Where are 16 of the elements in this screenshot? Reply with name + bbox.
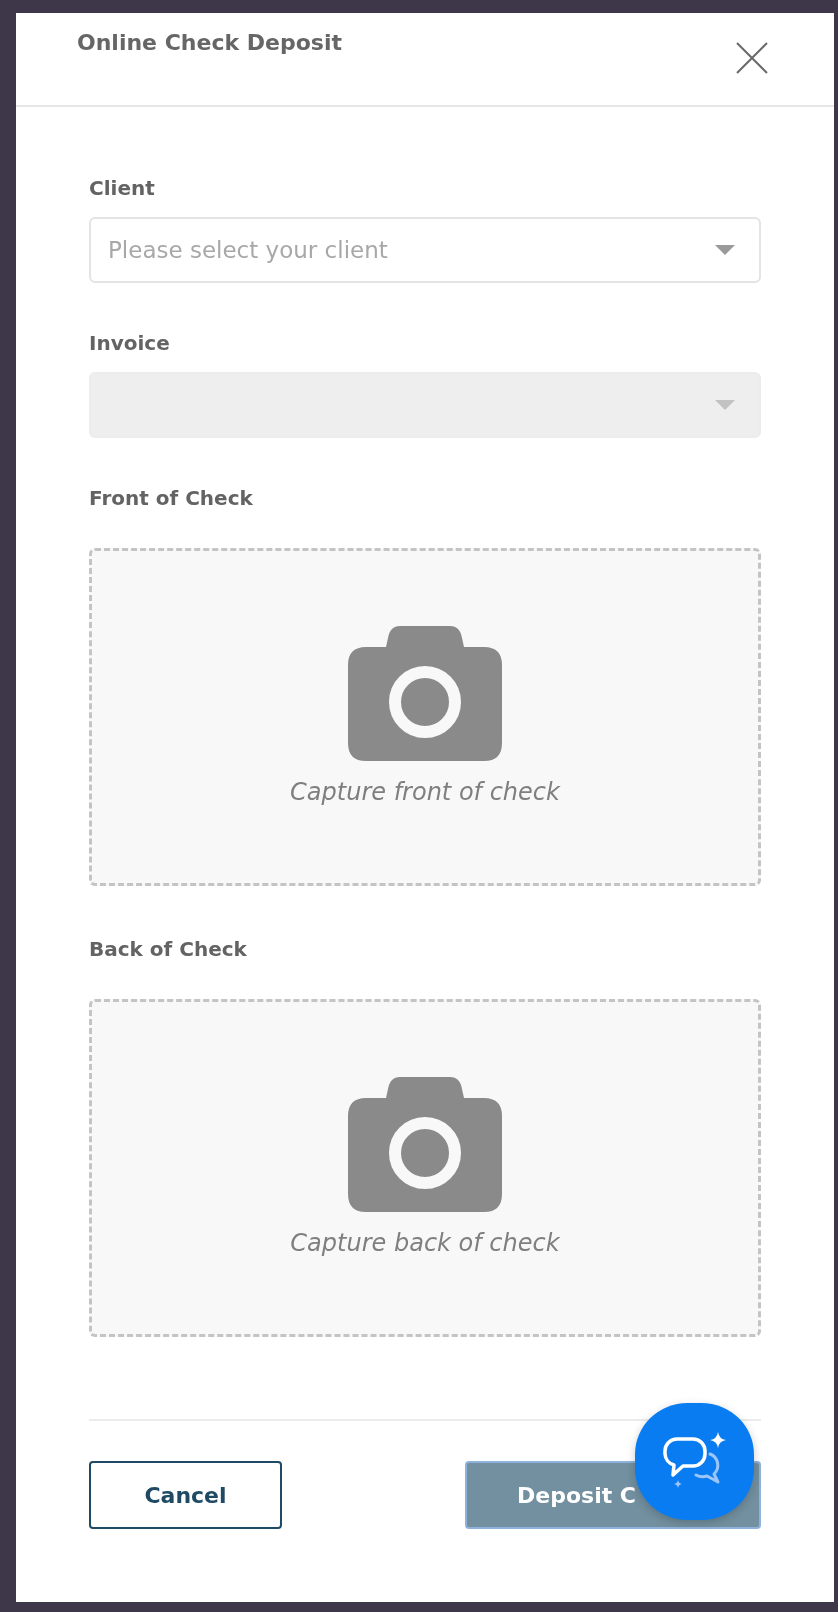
caret-icon bbox=[715, 400, 735, 410]
field-label: Front of Check bbox=[89, 485, 254, 512]
field-label: Back of Check bbox=[89, 936, 248, 963]
cancel-button[interactable]: Cancel bbox=[89, 1461, 282, 1529]
chat-button[interactable] bbox=[635, 1403, 754, 1520]
close-icon bbox=[736, 42, 768, 74]
caret-icon bbox=[715, 245, 735, 255]
photo-dropzone[interactable]: Capture back of check bbox=[89, 999, 761, 1337]
dialog-title: Online Check Deposit bbox=[77, 29, 342, 57]
select-field[interactable]: Please select your client bbox=[89, 217, 761, 283]
close-button[interactable] bbox=[736, 42, 768, 74]
field-label: Invoice bbox=[89, 330, 171, 357]
photo-dropzone[interactable]: Capture front of check bbox=[89, 548, 761, 886]
camera-icon bbox=[348, 1076, 502, 1212]
field-label: Client bbox=[89, 175, 156, 202]
camera-icon bbox=[348, 625, 502, 761]
